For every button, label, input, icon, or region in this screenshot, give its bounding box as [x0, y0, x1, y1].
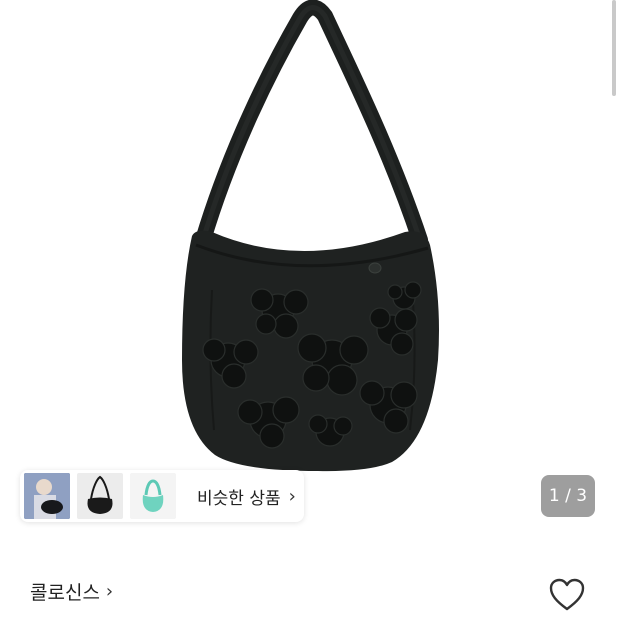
black-bag-thumbnail[interactable] [77, 473, 123, 519]
similar-products-label[interactable]: 비슷한 상품 [183, 484, 289, 509]
similar-products-strip[interactable]: 비슷한 상품 › [20, 470, 304, 522]
brand-name[interactable]: 콜로신스 [30, 578, 100, 605]
brand-link[interactable]: 콜로신스 › [30, 578, 113, 605]
image-page-counter: 1 / 3 [541, 475, 595, 517]
heart-icon [549, 578, 585, 611]
product-title-cut [30, 614, 330, 620]
product-image-carousel[interactable] [0, 0, 620, 540]
chevron-right-icon: › [105, 581, 114, 602]
mint-bag-thumbnail[interactable] [130, 473, 176, 519]
product-image [182, 0, 439, 472]
like-button[interactable] [548, 577, 586, 613]
person-with-bag-thumbnail[interactable] [24, 473, 70, 519]
chevron-right-icon: › [288, 485, 296, 507]
scrollbar[interactable] [612, 0, 616, 96]
